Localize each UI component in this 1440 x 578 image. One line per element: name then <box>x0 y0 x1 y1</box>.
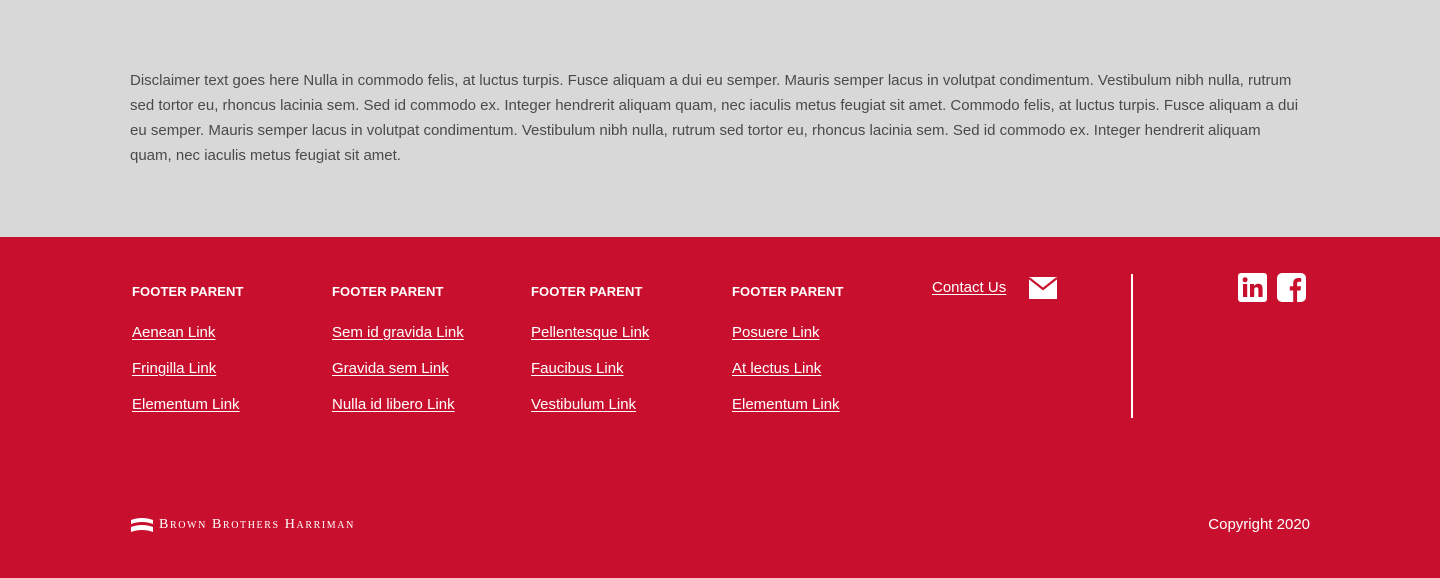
footer-link[interactable]: Elementum Link <box>732 396 840 413</box>
facebook-icon[interactable] <box>1277 273 1306 302</box>
logo-mark-icon <box>131 517 153 533</box>
copyright-text: Copyright 2020 <box>1208 516 1310 533</box>
linkedin-icon[interactable] <box>1238 273 1267 302</box>
footer-link[interactable]: Posuere Link <box>732 324 820 341</box>
footer-link-list: Posuere Link At lectus Link Elementum Li… <box>732 321 844 429</box>
footer-column-3: FOOTER PARENT Pellentesque Link Faucibus… <box>531 283 649 429</box>
footer-column-4: FOOTER PARENT Posuere Link At lectus Lin… <box>732 283 844 429</box>
footer-column-heading: FOOTER PARENT <box>732 284 844 299</box>
footer-link[interactable]: Gravida sem Link <box>332 360 449 377</box>
contact-us: Contact Us <box>932 275 1058 301</box>
footer-link[interactable]: At lectus Link <box>732 360 821 377</box>
disclaimer-text: Disclaimer text goes here Nulla in commo… <box>130 72 1299 164</box>
disclaimer-section: Disclaimer text goes here Nulla in commo… <box>0 0 1440 237</box>
contact-us-link[interactable]: Contact Us <box>932 275 1006 301</box>
footer-link-list: Sem id gravida Link Gravida sem Link Nul… <box>332 321 464 429</box>
footer-column-1: FOOTER PARENT Aenean Link Fringilla Link… <box>132 283 244 429</box>
logo-text: Brown Brothers Harriman <box>159 517 355 532</box>
brand-logo[interactable]: Brown Brothers Harriman <box>131 517 355 533</box>
footer-column-2: FOOTER PARENT Sem id gravida Link Gravid… <box>332 283 464 429</box>
footer-column-heading: FOOTER PARENT <box>332 284 444 299</box>
footer-link[interactable]: Vestibulum Link <box>531 396 636 413</box>
footer-column-heading: FOOTER PARENT <box>531 284 643 299</box>
footer-column-heading: FOOTER PARENT <box>132 284 244 299</box>
footer-link[interactable]: Sem id gravida Link <box>332 324 464 341</box>
footer-link[interactable]: Aenean Link <box>132 324 215 341</box>
footer-divider <box>1131 274 1133 418</box>
footer-link[interactable]: Nulla id libero Link <box>332 396 455 413</box>
footer-link[interactable]: Elementum Link <box>132 396 240 413</box>
mail-icon[interactable] <box>1028 277 1058 299</box>
footer-link[interactable]: Faucibus Link <box>531 360 624 377</box>
footer-link-list: Aenean Link Fringilla Link Elementum Lin… <box>132 321 244 429</box>
footer-link-list: Pellentesque Link Faucibus Link Vestibul… <box>531 321 649 429</box>
footer-link[interactable]: Pellentesque Link <box>531 324 649 341</box>
site-footer: FOOTER PARENT Aenean Link Fringilla Link… <box>0 237 1440 578</box>
social-links <box>1238 273 1306 302</box>
footer-link[interactable]: Fringilla Link <box>132 360 216 377</box>
